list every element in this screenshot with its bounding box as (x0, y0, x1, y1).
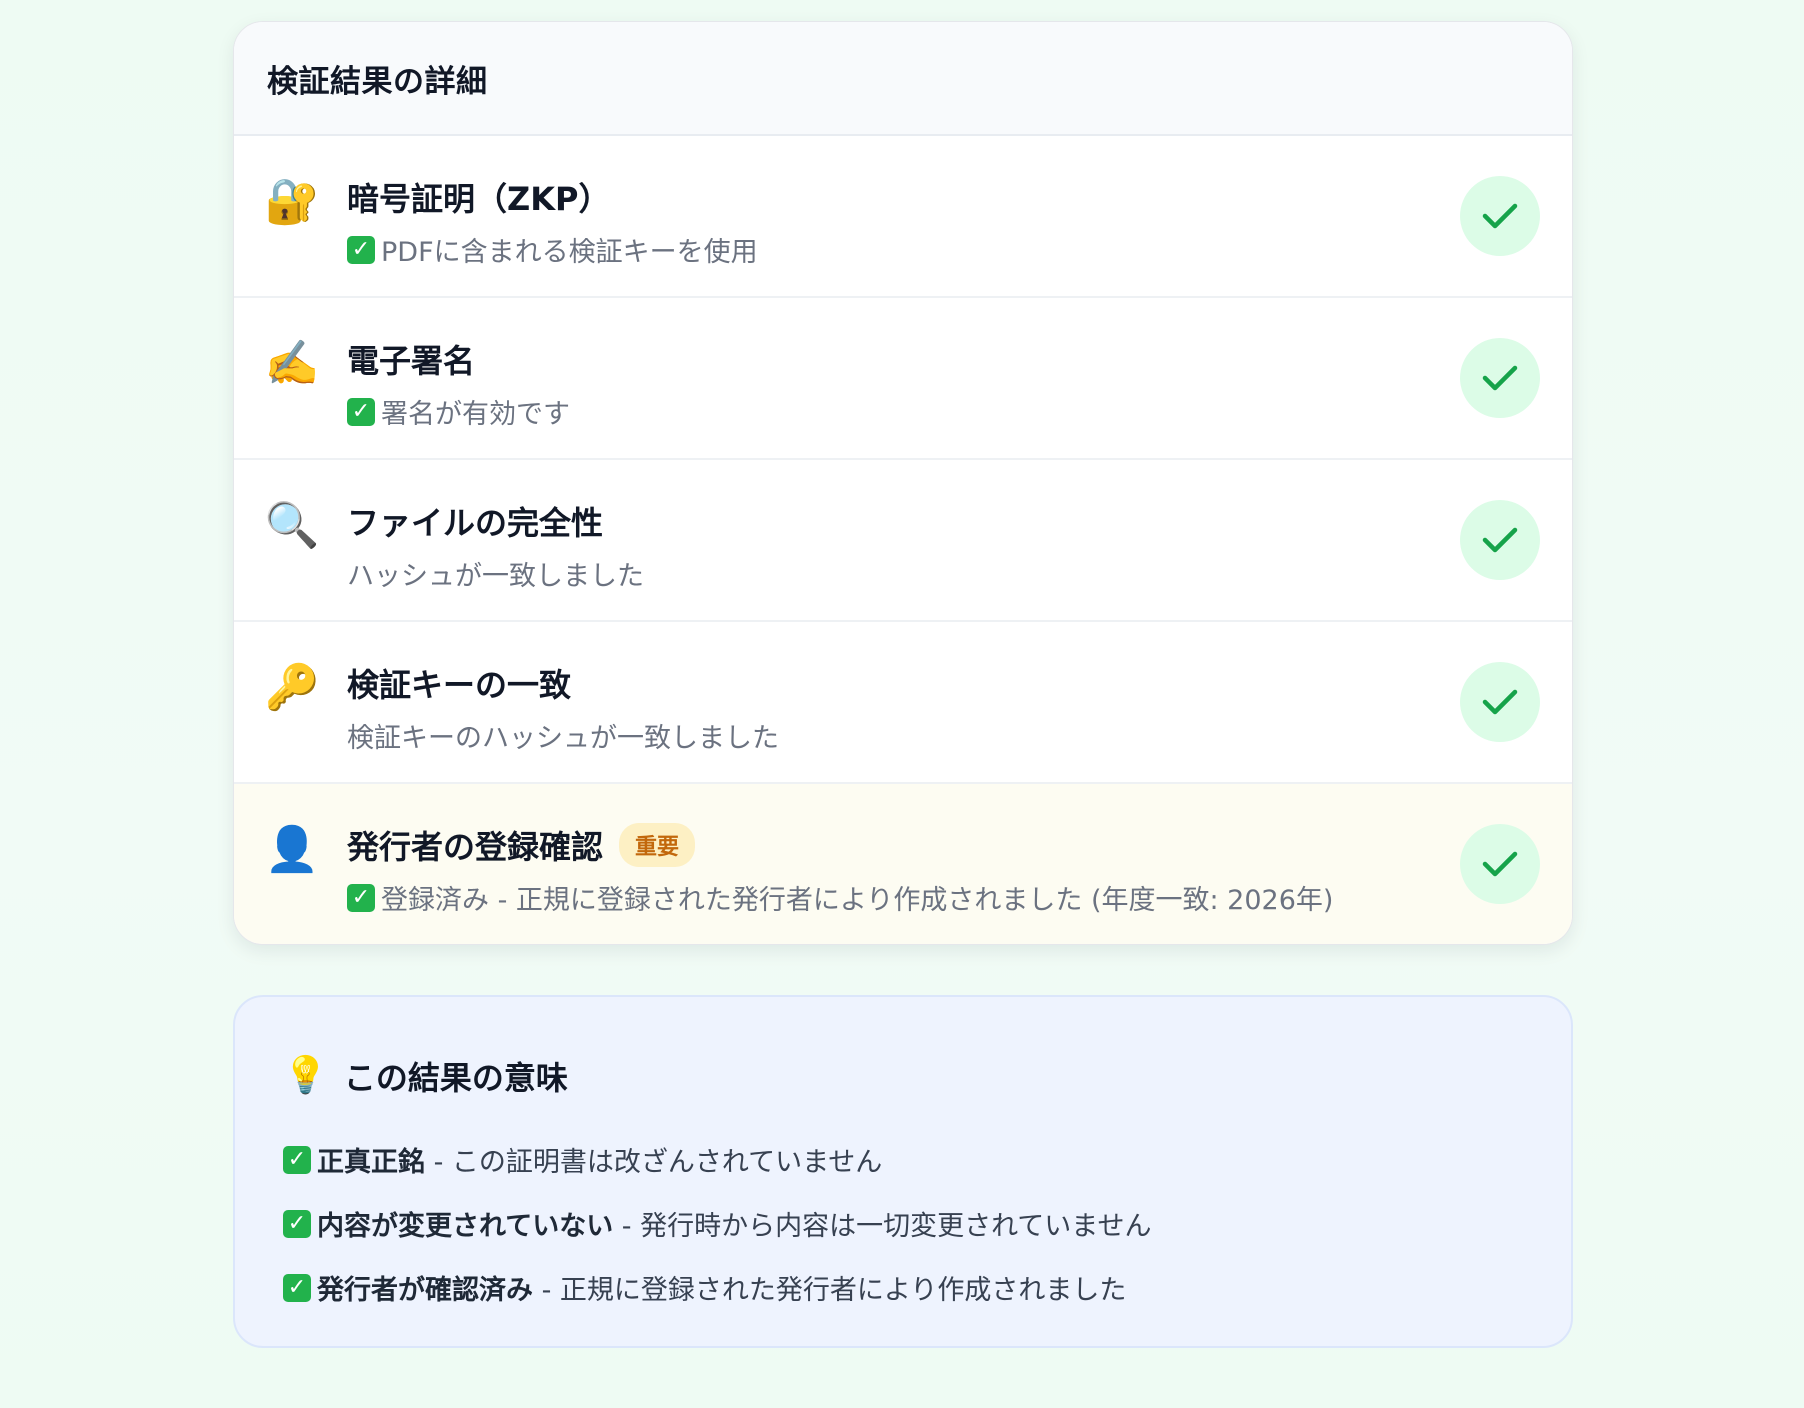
check-mark-icon: ✓ (283, 1273, 311, 1302)
meaning-item-unchanged: ✓ 内容が変更されていない - 発行時から内容は一切変更されていません (283, 1204, 1152, 1243)
check-row-issuer: 👤 発行者の登録確認 重要 ✓ 登録済み - 正規に登録された発行者により作成さ… (234, 784, 1572, 944)
user-icon: 👤 (264, 824, 320, 875)
check-row-signature: ✍️ 電子署名 ✓ 署名が有効です (234, 298, 1572, 460)
card-title: 検証結果の詳細 (267, 63, 488, 100)
row-subtitle: 検証キーのハッシュが一致しました (347, 723, 779, 754)
meaning-header: 💡 この結果の意味 (283, 1053, 568, 1099)
meaning-item-issuer-confirmed: ✓ 発行者が確認済み - 正規に登録された発行者により作成されました (283, 1268, 1126, 1307)
success-check-icon (1460, 176, 1540, 256)
important-badge: 重要 (619, 823, 696, 867)
check-mark-icon: ✓ (283, 1145, 311, 1174)
check-row-key-match: 🔑 検証キーの一致 検証キーのハッシュが一致しました (234, 622, 1572, 784)
lightbulb-icon: 💡 (283, 1055, 328, 1096)
lock-with-key-icon: 🔐 (264, 176, 320, 227)
row-title: 検証キーの一致 (347, 666, 572, 704)
meaning-item-authentic: ✓ 正真正銘 - この証明書は改ざんされていません (283, 1140, 882, 1179)
success-check-icon (1460, 338, 1540, 418)
success-check-icon (1460, 824, 1540, 904)
row-title: ファイルの完全性 (347, 504, 604, 542)
success-check-icon (1460, 662, 1540, 742)
check-mark-icon: ✓ (283, 1209, 311, 1238)
check-row-file-integrity: 🔍 ファイルの完全性 ハッシュが一致しました (234, 460, 1572, 622)
check-mark-icon: ✓ (347, 397, 375, 426)
result-meaning-card: 💡 この結果の意味 ✓ 正真正銘 - この証明書は改ざんされていません ✓ 内容… (233, 995, 1573, 1348)
row-subtitle: ✓ PDFに含まれる検証キーを使用 (347, 230, 758, 269)
row-subtitle: ハッシュが一致しました (347, 561, 644, 592)
verification-results-card: 検証結果の詳細 🔐 暗号証明（ZKP） ✓ PDFに含まれる検証キーを使用 ✍️… (233, 21, 1573, 945)
row-subtitle: ✓ 登録済み - 正規に登録された発行者により作成されました (年度一致: 20… (347, 878, 1333, 917)
key-icon: 🔑 (264, 662, 320, 713)
check-mark-icon: ✓ (347, 235, 375, 264)
writing-hand-icon: ✍️ (264, 338, 320, 389)
row-title: 暗号証明（ZKP） (347, 180, 611, 218)
card-header: 検証結果の詳細 (234, 22, 1572, 136)
meaning-title: この結果の意味 (343, 1059, 568, 1097)
row-title: 電子署名 (347, 342, 476, 380)
magnifier-icon: 🔍 (264, 500, 320, 551)
check-row-zkp: 🔐 暗号証明（ZKP） ✓ PDFに含まれる検証キーを使用 (234, 136, 1572, 298)
row-subtitle: ✓ 署名が有効です (347, 392, 570, 431)
check-mark-icon: ✓ (347, 883, 375, 912)
row-title: 発行者の登録確認 (347, 828, 604, 866)
success-check-icon (1460, 500, 1540, 580)
